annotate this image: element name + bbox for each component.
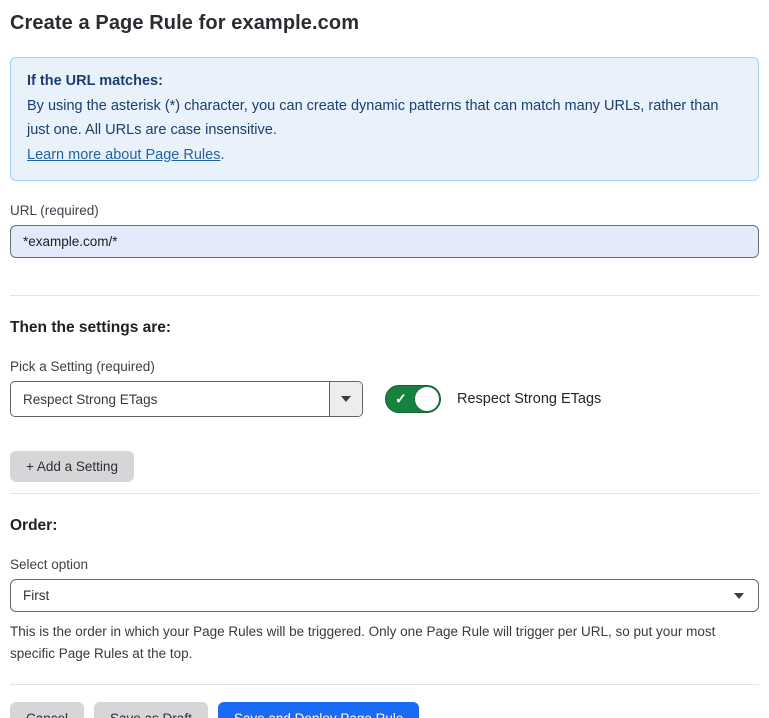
order-select[interactable]: First xyxy=(10,579,759,612)
chevron-down-icon xyxy=(341,396,351,402)
order-select-label: Select option xyxy=(10,557,759,572)
settings-section-heading: Then the settings are: xyxy=(10,319,759,337)
save-deploy-button[interactable]: Save and Deploy Page Rule xyxy=(218,702,420,718)
chevron-down-icon xyxy=(734,593,744,599)
add-setting-button[interactable]: + Add a Setting xyxy=(10,451,134,482)
check-icon: ✓ xyxy=(395,392,407,406)
setting-toggle-label: Respect Strong ETags xyxy=(457,391,601,407)
order-section-heading: Order: xyxy=(10,517,759,535)
pick-setting-label: Pick a Setting (required) xyxy=(10,359,759,374)
setting-toggle-wrap: ✓ Respect Strong ETags xyxy=(385,385,601,413)
learn-more-link[interactable]: Learn more about Page Rules xyxy=(27,147,220,163)
order-help-text: This is the order in which your Page Rul… xyxy=(10,621,755,665)
order-select-value: First xyxy=(23,588,49,603)
setting-select[interactable]: Respect Strong ETags xyxy=(10,381,363,417)
cancel-button[interactable]: Cancel xyxy=(10,702,84,718)
url-field-label: URL (required) xyxy=(10,203,759,218)
url-input[interactable] xyxy=(10,225,759,258)
setting-select-arrow-button[interactable] xyxy=(329,382,362,416)
save-draft-button[interactable]: Save as Draft xyxy=(94,702,208,718)
info-box-body: By using the asterisk (*) character, you… xyxy=(27,94,742,143)
divider xyxy=(10,493,759,494)
info-box-link-line: Learn more about Page Rules. xyxy=(27,143,742,168)
setting-select-value: Respect Strong ETags xyxy=(11,382,329,416)
info-box-heading: If the URL matches: xyxy=(27,69,742,94)
link-suffix: . xyxy=(220,147,224,163)
toggle-knob xyxy=(415,387,439,411)
page-title: Create a Page Rule for example.com xyxy=(10,0,759,35)
setting-toggle[interactable]: ✓ xyxy=(385,385,441,413)
url-match-info-box: If the URL matches: By using the asteris… xyxy=(10,57,759,181)
page-rule-form: Create a Page Rule for example.com If th… xyxy=(0,0,769,718)
divider xyxy=(10,684,759,685)
divider xyxy=(10,295,759,296)
setting-row: Respect Strong ETags ✓ Respect Strong ET… xyxy=(10,381,759,417)
footer-actions: Cancel Save as Draft Save and Deploy Pag… xyxy=(10,702,759,718)
